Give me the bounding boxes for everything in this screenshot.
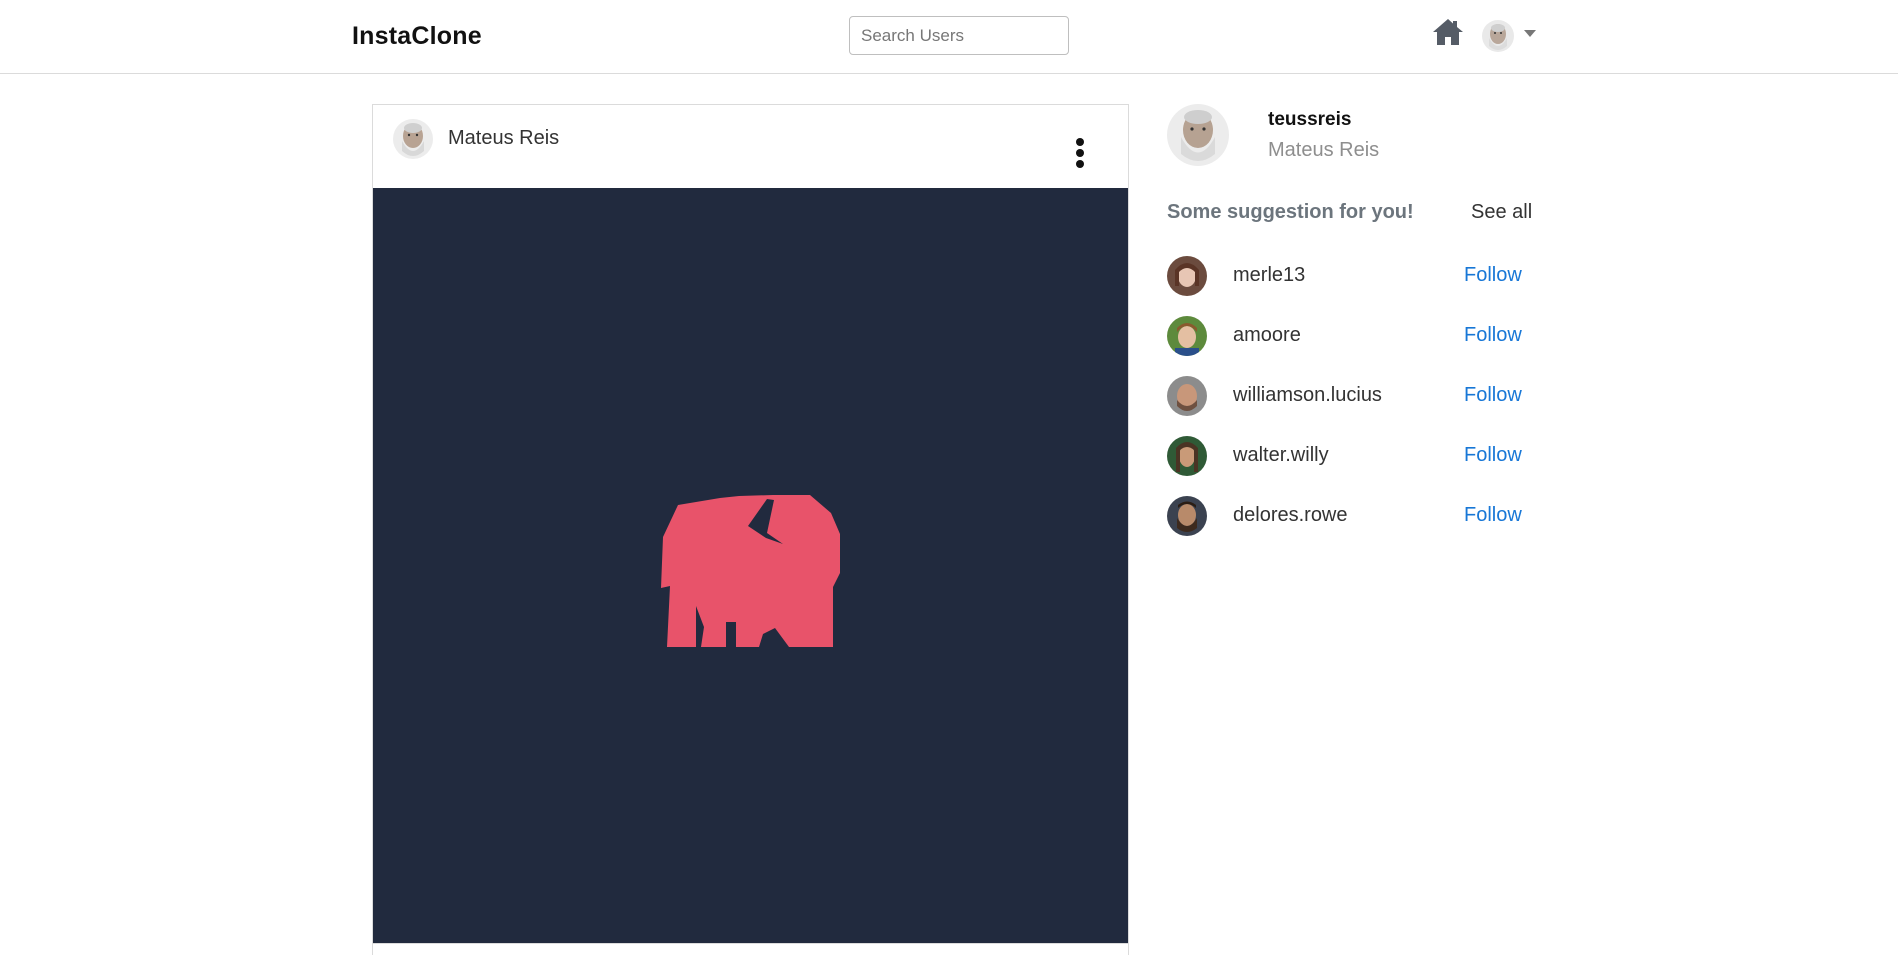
post-header: Mateus Reis	[373, 105, 1128, 188]
follow-button[interactable]: Follow	[1464, 444, 1522, 467]
follow-button[interactable]: Follow	[1464, 264, 1522, 287]
profile-username[interactable]: teussreis	[1268, 109, 1351, 131]
brand-logo[interactable]: InstaClone	[352, 22, 482, 51]
post-card: Mateus Reis	[372, 104, 1129, 955]
vertical-dots-icon[interactable]	[1073, 138, 1087, 172]
elephant-logo	[661, 495, 840, 647]
profile-full-name: Mateus Reis	[1268, 139, 1380, 161]
post-author-avatar[interactable]	[393, 119, 433, 159]
suggestion-avatar[interactable]	[1167, 436, 1207, 476]
top-navbar: InstaClone	[0, 0, 1898, 74]
user-avatar[interactable]	[1482, 20, 1514, 52]
suggestion-username[interactable]: walter.willy	[1233, 444, 1329, 467]
profile-avatar[interactable]	[1167, 104, 1229, 166]
suggestion-avatar[interactable]	[1167, 316, 1207, 356]
caret-down-icon[interactable]	[1524, 30, 1536, 37]
follow-button[interactable]: Follow	[1464, 504, 1522, 527]
suggestion-username[interactable]: delores.rowe	[1233, 504, 1348, 527]
follow-button[interactable]: Follow	[1464, 384, 1522, 407]
search-input[interactable]	[849, 16, 1069, 55]
suggestion-username[interactable]: merle13	[1233, 264, 1305, 287]
suggestion-username[interactable]: williamson.lucius	[1233, 384, 1382, 407]
post-author-name[interactable]: Mateus Reis	[448, 127, 559, 150]
suggestion-avatar[interactable]	[1167, 496, 1207, 536]
suggestions-title: Some suggestion for you!	[1167, 201, 1414, 223]
post-image[interactable]	[373, 188, 1128, 943]
follow-button[interactable]: Follow	[1464, 324, 1522, 347]
home-icon[interactable]	[1431, 17, 1465, 47]
suggestion-avatar[interactable]	[1167, 256, 1207, 296]
post-divider	[373, 943, 1128, 944]
suggestion-username[interactable]: amoore	[1233, 324, 1301, 347]
see-all-link[interactable]: See all	[1471, 201, 1532, 224]
suggestion-avatar[interactable]	[1167, 376, 1207, 416]
